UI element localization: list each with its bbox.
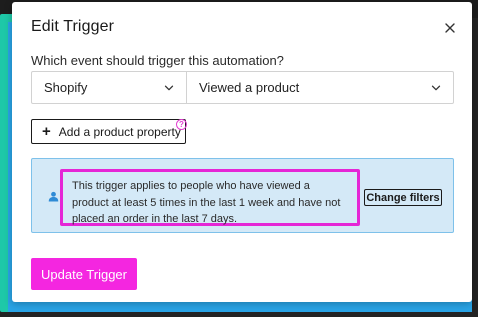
plus-icon: + [42,123,51,140]
platform-select[interactable]: Shopify [32,72,187,103]
close-icon-glyph [445,23,455,33]
chevron-down-icon [164,85,174,90]
event-select[interactable]: Viewed a product [187,72,453,103]
chevron-down-icon [431,85,441,90]
change-filters-button[interactable]: Change filters [364,189,442,206]
trigger-question: Which event should trigger this automati… [31,53,284,68]
event-select-value: Viewed a product [199,80,300,95]
edit-trigger-modal: Edit Trigger Which event should trigger … [12,2,472,302]
add-product-property-button[interactable]: + Add a product property [31,119,186,144]
trigger-summary-text: This trigger applies to people who have … [72,180,341,225]
update-trigger-button[interactable]: Update Trigger [31,258,137,290]
add-product-property-label: Add a product property [58,124,181,139]
modal-title: Edit Trigger [31,18,115,35]
person-icon [48,191,59,202]
close-icon[interactable] [442,20,458,36]
help-icon[interactable]: ? [176,119,187,130]
trigger-select-row: Shopify Viewed a product [31,71,454,104]
platform-select-value: Shopify [44,80,88,95]
trigger-summary-panel: This trigger applies to people who have … [31,158,454,233]
